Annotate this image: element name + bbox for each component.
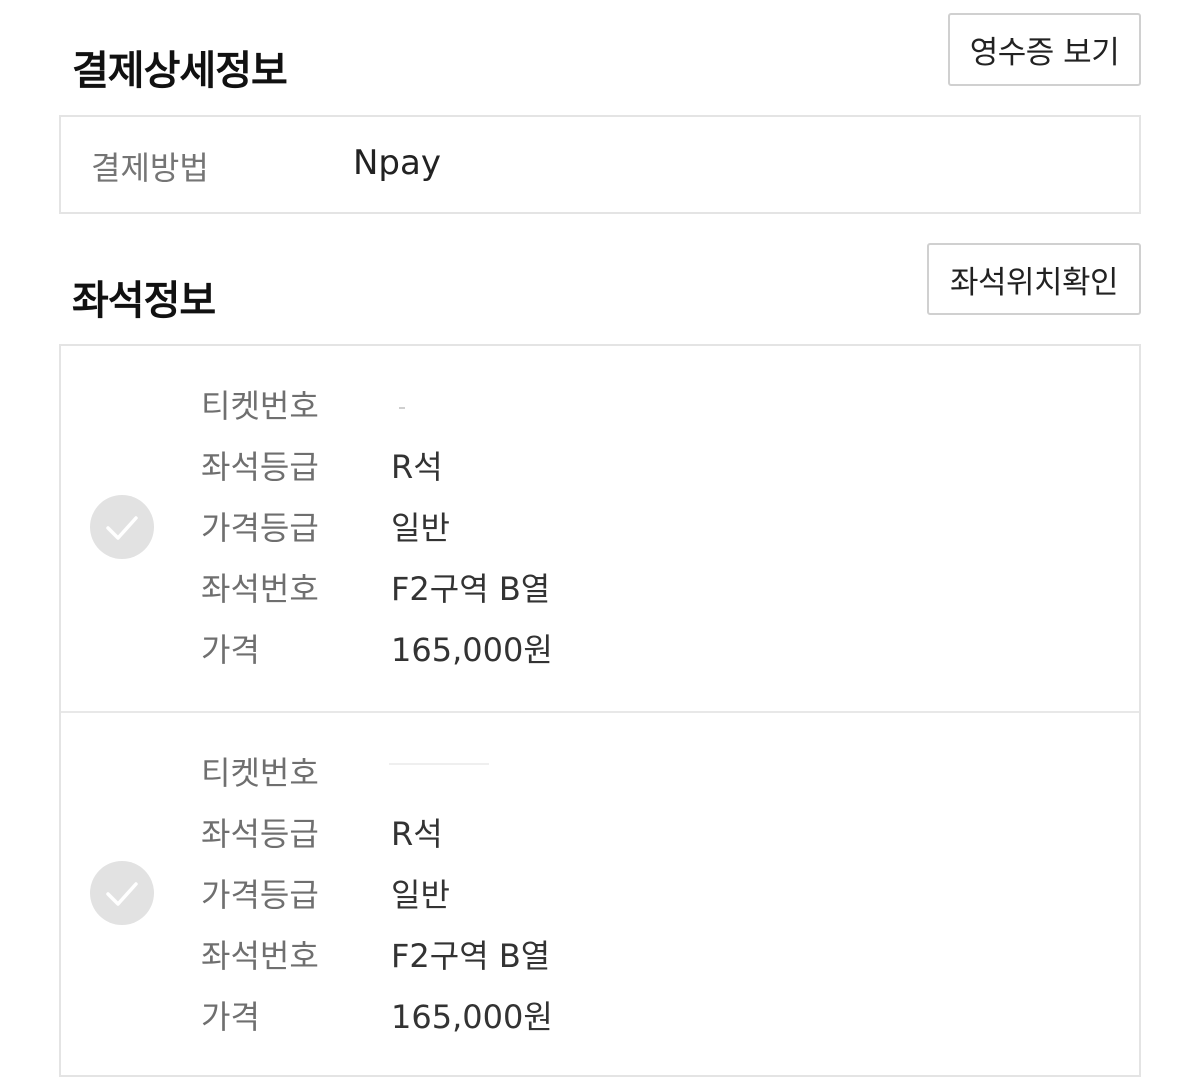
- ticket-number-redacted: [399, 407, 405, 409]
- ticket-number-label: 티켓번호: [201, 387, 319, 425]
- seat-grade-value: R석: [391, 815, 443, 853]
- check-circle-icon[interactable]: [90, 495, 154, 559]
- price-grade-label: 가격등급: [201, 876, 319, 914]
- view-receipt-button[interactable]: 영수증 보기: [948, 13, 1141, 86]
- seat-info-title: 좌석정보: [72, 278, 216, 324]
- seat-number-label: 좌석번호: [201, 570, 319, 608]
- price-grade-value: 일반: [391, 509, 450, 547]
- price-grade-row: 가격등급 일반: [201, 871, 450, 915]
- price-grade-label: 가격등급: [201, 509, 319, 547]
- seat-number-label: 좌석번호: [201, 937, 319, 975]
- price-grade-row: 가격등급 일반: [201, 504, 450, 548]
- price-row: 가격 165,000원: [201, 993, 553, 1037]
- payment-method-label: 결제방법: [91, 149, 209, 187]
- ticket-item: 티켓번호 좌석등급 R석 가격등급 일반 좌석번호 F2구역 B열 가격 165…: [61, 346, 1139, 711]
- seat-location-button[interactable]: 좌석위치확인: [927, 243, 1141, 315]
- payment-details-title: 결제상세정보: [72, 48, 288, 94]
- ticket-number-row: 티켓번호: [201, 749, 391, 793]
- price-value: 165,000원: [391, 631, 553, 669]
- seat-grade-row: 좌석등급 R석: [201, 443, 443, 487]
- ticket-number-label: 티켓번호: [201, 754, 319, 792]
- seat-list-box: 티켓번호 좌석등급 R석 가격등급 일반 좌석번호 F2구역 B열 가격 165…: [59, 344, 1141, 1077]
- ticket-number-row: 티켓번호: [201, 382, 391, 426]
- price-row: 가격 165,000원: [201, 626, 553, 670]
- payment-method-box: 결제방법 Npay: [59, 115, 1141, 214]
- seat-grade-value: R석: [391, 448, 443, 486]
- seat-grade-label: 좌석등급: [201, 448, 319, 486]
- seat-grade-label: 좌석등급: [201, 815, 319, 853]
- price-value: 165,000원: [391, 998, 553, 1036]
- seat-number-value: F2구역 B열: [391, 570, 551, 608]
- seat-number-value: F2구역 B열: [391, 937, 551, 975]
- ticket-item: 티켓번호 좌석등급 R석 가격등급 일반 좌석번호 F2구역 B열 가격 165…: [61, 711, 1139, 1078]
- payment-method-value: Npay: [353, 143, 441, 183]
- price-label: 가격: [201, 631, 260, 669]
- seat-number-row: 좌석번호 F2구역 B열: [201, 932, 550, 976]
- seat-grade-row: 좌석등급 R석: [201, 810, 443, 854]
- seat-number-row: 좌석번호 F2구역 B열: [201, 565, 550, 609]
- check-circle-icon[interactable]: [90, 861, 154, 925]
- ticket-number-redacted: [389, 763, 489, 765]
- price-label: 가격: [201, 998, 260, 1036]
- price-grade-value: 일반: [391, 876, 450, 914]
